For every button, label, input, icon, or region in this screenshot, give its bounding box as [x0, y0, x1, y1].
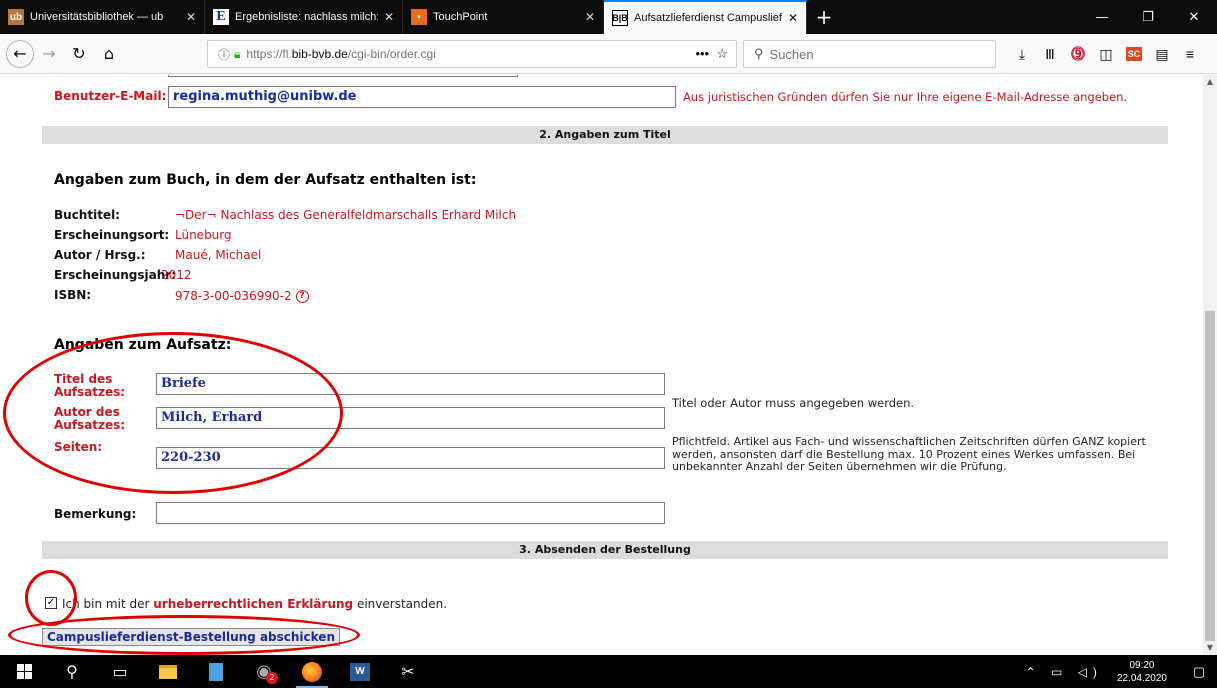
library-icon[interactable]: Ⅲ: [1036, 40, 1064, 68]
sc-addon-icon[interactable]: SC: [1120, 40, 1148, 68]
isbn-value: 978-3-00-036990-2?: [175, 289, 309, 303]
minimize-icon[interactable]: —: [1079, 0, 1125, 34]
scroll-thumb[interactable]: [1205, 311, 1215, 641]
title-author-note: Titel oder Autor muss angegeben werden.: [672, 396, 915, 410]
file-explorer-icon[interactable]: [144, 655, 192, 688]
notification-center-icon[interactable]: ▢: [1181, 655, 1217, 688]
bib-favicon-icon: B|B: [612, 10, 628, 26]
tab-title: TouchPoint: [433, 11, 488, 23]
tab-universitaetsbibliothek[interactable]: ub Universitätsbibliothek — ub ✕: [0, 0, 205, 34]
email-label: Benutzer-E-Mail:: [54, 89, 167, 103]
year-label: Erscheinungsjahr:: [54, 268, 176, 282]
page-actions-icon[interactable]: ••• ☆: [695, 46, 728, 62]
book-title-label: Buchtitel:: [54, 208, 120, 222]
search-icon: ⚲: [754, 46, 764, 61]
email-field[interactable]: regina.muthig@unibw.de: [168, 86, 676, 108]
menu-icon[interactable]: ≡: [1176, 40, 1204, 68]
taskbar: ⚲ ▭ ◉ 2 W ✂ ⌃ ▭ ◁) 09:20 22.04.2020 ▢: [0, 655, 1217, 688]
sidebar-icon[interactable]: ◫: [1092, 40, 1120, 68]
windows-start-icon[interactable]: [0, 655, 48, 688]
consent-link[interactable]: urheberrechtlichen Erklärung: [153, 597, 353, 611]
close-icon[interactable]: ✕: [186, 10, 196, 24]
tab-title: Ergebnisliste: nachlass milch: C: [235, 11, 378, 23]
tab-strip: ub Universitätsbibliothek — ub ✕ E Ergeb…: [0, 0, 1217, 34]
book-title-value: ¬Der¬ Nachlass des Generalfeldmarschalls…: [175, 208, 517, 222]
isbn-label: ISBN:: [54, 288, 92, 302]
book-heading: Angaben zum Buch, in dem der Aufsatz ent…: [54, 172, 477, 188]
place-label: Erscheinungsort:: [54, 228, 170, 242]
article-title-field[interactable]: Briefe: [156, 373, 665, 395]
forward-arrow-icon[interactable]: →: [34, 39, 64, 69]
task-view-icon[interactable]: ▭: [96, 655, 144, 688]
document-app-icon[interactable]: [192, 655, 240, 688]
toolbar-icons: ⤓ Ⅲ ⓽ ◫ SC ▤ ≡: [1008, 40, 1204, 68]
tab-ergebnisliste[interactable]: E Ergebnisliste: nachlass milch: C ✕: [205, 0, 403, 34]
author-label: Autor / Hrsg.:: [54, 248, 146, 262]
consent-text: Ich bin mit der urheberrechtlichen Erklä…: [62, 597, 448, 611]
nav-bar: ← → ↻ ⌂ ⓘ 🔒︎ https://fl.bib-bvb.de/cgi-b…: [0, 34, 1217, 74]
previous-field-edge: [168, 75, 518, 77]
clock[interactable]: 09:20 22.04.2020: [1117, 659, 1167, 685]
place-value: Lüneburg: [175, 228, 232, 242]
back-arrow-icon[interactable]: ←: [6, 39, 34, 68]
info-icon[interactable]: ⓘ: [218, 46, 230, 63]
isbn-info-icon[interactable]: ?: [295, 290, 309, 303]
tab-aufsatzlieferdienst[interactable]: B|B Aufsatzlieferdienst Campuslief ✕: [604, 0, 807, 34]
close-icon[interactable]: ✕: [788, 11, 798, 25]
submit-button[interactable]: Campuslieferdienst-Bestellung abschicken: [42, 628, 340, 646]
author-value: Maué, Michael: [175, 248, 262, 262]
email-note: Aus juristischen Gründen dürfen Sie nur …: [683, 90, 1128, 104]
search-icon[interactable]: ⚲: [48, 655, 96, 688]
tray-icons[interactable]: ⌃ ▭ ◁): [1026, 665, 1103, 679]
section-2-header: 2. Angaben zum Titel: [42, 126, 1168, 144]
tab-touchpoint[interactable]: ▪ TouchPoint ✕: [403, 0, 604, 34]
url-bar[interactable]: ⓘ 🔒︎ https://fl.bib-bvb.de/cgi-bin/order…: [207, 40, 737, 68]
article-author-field[interactable]: Milch, Erhard: [156, 407, 665, 429]
download-icon[interactable]: ⤓: [1008, 40, 1036, 68]
close-icon[interactable]: ✕: [384, 10, 394, 24]
reload-icon[interactable]: ↻: [64, 39, 94, 69]
consent-checkbox[interactable]: ✓: [45, 597, 57, 609]
e-favicon-icon: E: [213, 9, 229, 25]
article-author-label: Autor des Aufsatzes:: [54, 405, 126, 432]
section-3-header: 3. Absenden der Bestellung: [42, 541, 1168, 559]
page-viewport: Benutzer-E-Mail: regina.muthig@unibw.de …: [0, 75, 1203, 655]
tab-title: Aufsatzlieferdienst Campuslief: [634, 12, 782, 24]
restore-icon[interactable]: ❐: [1125, 0, 1171, 34]
word-icon[interactable]: W: [336, 655, 384, 688]
window-controls: — ❐ ✕: [1079, 0, 1217, 34]
container-icon[interactable]: ▤: [1148, 40, 1176, 68]
firefox-icon[interactable]: [288, 655, 336, 688]
close-icon[interactable]: ✕: [585, 10, 595, 24]
page-scrollbar[interactable]: ▲ ▼: [1203, 75, 1217, 655]
year-value: 2012: [161, 268, 192, 282]
system-tray: ⌃ ▭ ◁) 09:20 22.04.2020 ▢: [1026, 655, 1217, 688]
scroll-down-icon[interactable]: ▼: [1203, 641, 1217, 655]
remark-field[interactable]: [156, 502, 665, 524]
pages-field[interactable]: 220-230: [156, 447, 665, 469]
plus-icon[interactable]: +: [807, 0, 841, 34]
chrome-like-app-icon[interactable]: ◉ 2: [240, 655, 288, 688]
touchpoint-favicon-icon: ▪: [411, 9, 427, 25]
pages-label: Seiten:: [54, 440, 103, 454]
remark-label: Bemerkung:: [54, 507, 137, 521]
article-heading: Angaben zum Aufsatz:: [54, 337, 232, 353]
ub-favicon-icon: ub: [8, 9, 24, 25]
lock-icon[interactable]: 🔒︎: [234, 47, 240, 62]
article-title-label: Titel des Aufsatzes:: [54, 372, 126, 399]
notification-badge: 2: [266, 672, 278, 684]
home-icon[interactable]: ⌂: [94, 39, 124, 69]
search-placeholder: Suchen: [769, 46, 814, 62]
addon-red-icon[interactable]: ⓽: [1064, 40, 1092, 68]
pages-note: Pflichtfeld. Artikel aus Fach- und wisse…: [672, 435, 1146, 473]
tab-title: Universitätsbibliothek — ub: [30, 11, 164, 23]
close-window-icon[interactable]: ✕: [1171, 0, 1217, 34]
scroll-up-icon[interactable]: ▲: [1203, 75, 1217, 89]
url-text[interactable]: https://fl.bib-bvb.de/cgi-bin/order.cgi: [246, 47, 435, 61]
search-input[interactable]: ⚲ Suchen: [743, 40, 996, 68]
snipping-tool-icon[interactable]: ✂: [384, 655, 432, 688]
